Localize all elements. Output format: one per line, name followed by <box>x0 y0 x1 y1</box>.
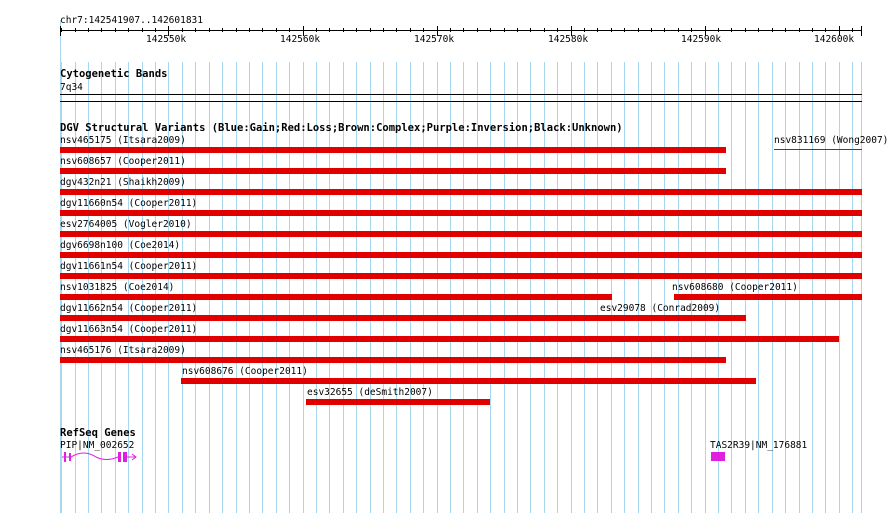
variant-label[interactable]: esv29078 (Conrad2009) <box>600 303 720 314</box>
tick-label-142590k: 142590k <box>681 34 722 45</box>
variant-bar[interactable] <box>601 315 747 321</box>
gene-glyph-pip[interactable] <box>60 450 140 464</box>
variant-bar[interactable] <box>60 231 862 237</box>
variant-label[interactable]: nsv831169 (Wong2007) <box>774 135 888 146</box>
variant-bar[interactable] <box>60 189 862 195</box>
variant-label[interactable]: dgv432n21 (Shaikh2009) <box>60 177 186 188</box>
variant-bar[interactable] <box>60 294 613 300</box>
variant-bar[interactable] <box>60 252 862 258</box>
variant-bar[interactable] <box>60 147 727 153</box>
variant-bar[interactable] <box>774 149 862 150</box>
variant-bar[interactable] <box>60 336 839 342</box>
variant-label[interactable]: dgv11662n54 (Cooper2011) <box>60 303 197 314</box>
refseq-track-title: RefSeq Genes <box>60 427 136 439</box>
variant-label[interactable]: dgv11660n54 (Cooper2011) <box>60 198 197 209</box>
tick-label-142580k: 142580k <box>548 34 589 45</box>
genome-browser-view: chr7:142541907..142601831 142550k 142560… <box>0 0 890 513</box>
tick-label-142550k: 142550k <box>146 34 187 45</box>
gene-glyph-tas2r39[interactable] <box>711 452 725 461</box>
variant-label[interactable]: dgv11663n54 (Cooper2011) <box>60 324 197 335</box>
variant-bar[interactable] <box>60 357 727 363</box>
variant-bar[interactable] <box>60 168 727 174</box>
variant-label[interactable]: nsv608680 (Cooper2011) <box>672 282 798 293</box>
variant-label[interactable]: esv32655 (deSmith2007) <box>307 387 433 398</box>
gene-label-tas2r39[interactable]: TAS2R39|NM_176881 <box>710 440 807 451</box>
cytoband-line-top <box>60 94 862 95</box>
variant-label[interactable]: nsv465176 (Itsara2009) <box>60 345 186 356</box>
dgv-track-title: DGV Structural Variants (Blue:Gain;Red:L… <box>60 122 623 134</box>
variant-label[interactable]: nsv608676 (Cooper2011) <box>182 366 308 377</box>
cytoband-line-bottom <box>60 101 862 102</box>
tick-label-142560k: 142560k <box>280 34 321 45</box>
variant-label[interactable]: dgv11661n54 (Cooper2011) <box>60 261 197 272</box>
tick-label-142600k: 142600k <box>814 34 855 45</box>
variant-bar[interactable] <box>673 294 862 300</box>
variant-label[interactable]: nsv1031825 (Coe2014) <box>60 282 174 293</box>
variant-bar[interactable] <box>60 210 862 216</box>
variant-label[interactable]: dgv6698n100 (Coe2014) <box>60 240 180 251</box>
variant-label[interactable]: esv2764005 (Vogler2010) <box>60 219 192 230</box>
cytoband-track-title: Cytogenetic Bands <box>60 68 168 80</box>
variant-bar[interactable] <box>181 378 756 384</box>
variant-bar[interactable] <box>305 399 491 405</box>
variant-bar[interactable] <box>60 273 862 279</box>
location-label: chr7:142541907..142601831 <box>60 15 203 26</box>
cytoband-label: 7q34 <box>60 82 83 93</box>
variant-label[interactable]: nsv608657 (Cooper2011) <box>60 156 186 167</box>
variant-label[interactable]: nsv465175 (Itsara2009) <box>60 135 186 146</box>
tick-label-142570k: 142570k <box>414 34 455 45</box>
variant-bar[interactable] <box>60 315 602 321</box>
